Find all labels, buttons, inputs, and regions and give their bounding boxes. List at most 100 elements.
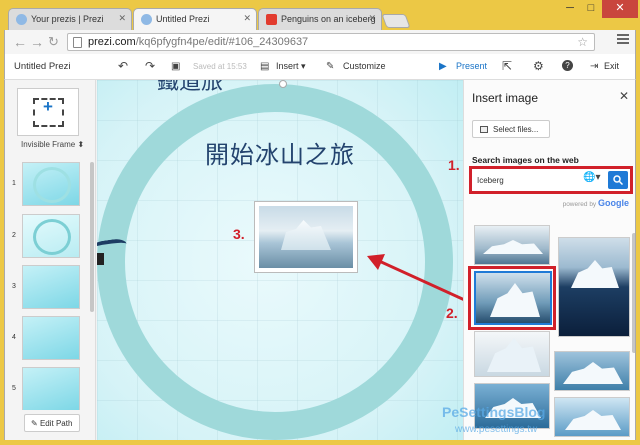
thumbnail-image[interactable] [22, 162, 80, 206]
edit-path-button[interactable]: ✎ Edit Path [24, 414, 80, 432]
path-marker[interactable] [97, 253, 104, 265]
exit-button[interactable]: Exit [604, 61, 619, 71]
prezi-canvas[interactable]: 鐵道旅 開始冰山之旅 3. [97, 80, 463, 440]
present-button[interactable]: Present [456, 61, 487, 71]
insert-image-panel: Insert image ✕ Select files... 1. Search… [446, 80, 635, 440]
thumbnail-list: 1 2 3 4 5 [5, 158, 96, 410]
frame-handle[interactable] [279, 80, 287, 88]
sidebar-scrollbar[interactable] [90, 162, 94, 312]
watermark-url: www.pesettings.tw [455, 424, 538, 435]
minimize-button[interactable]: ─ [560, 0, 580, 18]
result-image[interactable] [474, 225, 550, 265]
thumbnail-item[interactable]: 5 [5, 363, 96, 410]
frame-sidebar: + Invisible Frame ⬍ 1 2 3 4 5 ✎ Edit Pat… [5, 80, 96, 440]
navigation-bar: ← → ↻ prezi.com/kq6pfygfn4pe/edit/#106_2… [4, 30, 636, 54]
page-icon [73, 37, 82, 48]
thumbnail-number: 2 [12, 232, 16, 239]
thumbnail-item[interactable]: 1 [5, 158, 96, 208]
result-image[interactable] [554, 397, 630, 437]
thumbnail-image[interactable] [22, 214, 80, 258]
thumbnail-item[interactable]: 4 [5, 312, 96, 362]
undo-icon[interactable]: ↶ [118, 59, 128, 73]
new-tab-button[interactable] [381, 14, 411, 28]
maximize-button[interactable]: □ [581, 0, 601, 18]
thumbnail-image[interactable] [22, 265, 80, 309]
tab-your-prezis[interactable]: Your prezis | Prezi ✕ [8, 8, 132, 30]
thumbnail-number: 5 [12, 385, 16, 392]
tab-title: Penguins on an iceberg [281, 14, 376, 24]
canvas-top-text[interactable]: 鐵道旅 [157, 80, 223, 96]
exit-icon[interactable]: ⇥ [590, 61, 598, 72]
search-label: Search images on the web [472, 155, 579, 165]
insert-menu[interactable]: Insert ▾ [276, 61, 306, 72]
close-icon[interactable]: ✕ [118, 13, 126, 24]
search-icon [613, 175, 623, 185]
search-button[interactable] [608, 171, 628, 189]
close-icon[interactable]: ✕ [368, 13, 376, 24]
thumbnail-item[interactable]: 3 [5, 261, 96, 311]
result-image[interactable] [558, 237, 630, 337]
iceberg-photo[interactable] [254, 201, 358, 273]
tab-penguins[interactable]: Penguins on an iceberg ✕ [258, 8, 382, 30]
folder-icon [480, 126, 488, 133]
saved-status: Saved at 15:53 [193, 62, 247, 71]
thumbnail-number: 3 [12, 283, 16, 290]
google-logo: Google [598, 198, 629, 208]
frame-type-dropdown[interactable]: Invisible Frame ⬍ [21, 140, 84, 149]
annotation-arrow [367, 254, 463, 301]
bookmark-star-icon[interactable]: ☆ [577, 35, 588, 49]
thumbnail-item[interactable]: 2 [5, 210, 96, 260]
settings-gear-icon[interactable]: ⚙ [533, 59, 544, 73]
play-icon[interactable]: ▶ [439, 61, 447, 72]
iceberg-image [259, 206, 353, 268]
image-search-box: 🌐▾ [469, 166, 633, 194]
tab-title: Untitled Prezi [156, 14, 210, 24]
prezi-title[interactable]: Untitled Prezi [14, 61, 71, 72]
thumbnail-image[interactable] [22, 316, 80, 360]
powered-by: powered by Google [563, 198, 629, 208]
insert-label: Insert [276, 61, 299, 71]
brush-icon: ✎ [326, 61, 335, 72]
canvas-title[interactable]: 開始冰山之旅 [97, 135, 463, 170]
insert-icon: ▤ [260, 61, 270, 72]
image-search-input[interactable] [475, 172, 583, 188]
annotation-highlight [468, 266, 556, 330]
edit-path-label: Edit Path [39, 419, 73, 428]
select-files-button[interactable]: Select files... [472, 120, 550, 138]
help-icon[interactable]: ? [562, 60, 573, 71]
thumbnail-number: 1 [12, 180, 16, 187]
menu-icon[interactable] [617, 34, 629, 46]
tab-strip: Your prezis | Prezi ✕ Untitled Prezi ✕ P… [0, 0, 640, 30]
plus-icon: + [43, 97, 53, 116]
editor-area: + Invisible Frame ⬍ 1 2 3 4 5 ✎ Edit Pat… [4, 80, 636, 440]
prezi-icon [16, 14, 27, 25]
prezi-toolbar: Untitled Prezi ↶ ↷ ▣ Saved at 15:53 ▤ In… [4, 54, 636, 80]
annotation-3: 3. [233, 226, 245, 242]
powered-by-text: powered by [562, 201, 597, 208]
forward-icon[interactable]: → [30, 34, 44, 50]
back-icon[interactable]: ← [13, 34, 27, 50]
globe-icon[interactable]: 🌐▾ [583, 172, 600, 183]
result-image[interactable] [474, 331, 550, 377]
close-icon[interactable]: ✕ [243, 13, 251, 24]
youtube-icon [266, 14, 277, 25]
window-close-button[interactable]: ✕ [602, 0, 638, 18]
panel-scrollbar[interactable] [632, 233, 635, 353]
select-files-label: Select files... [493, 125, 539, 134]
thumbnail-image[interactable] [22, 367, 80, 410]
url-host: prezi.com [88, 36, 136, 48]
tab-untitled-prezi[interactable]: Untitled Prezi ✕ [133, 8, 257, 30]
browser-window: Your prezis | Prezi ✕ Untitled Prezi ✕ P… [0, 0, 640, 445]
address-bar[interactable]: prezi.com/kq6pfygfn4pe/edit/#106_2430963… [67, 33, 595, 51]
customize-button[interactable]: Customize [343, 61, 386, 71]
reload-icon[interactable]: ↻ [48, 34, 59, 50]
result-image[interactable] [554, 351, 630, 391]
add-frame-button[interactable]: + [17, 88, 79, 136]
prezi-icon [141, 14, 152, 25]
watermark: PeSettingsBlog [442, 404, 546, 420]
url-path: /kq6pfygfn4pe/edit/#106_24309637 [135, 36, 309, 48]
redo-icon[interactable]: ↷ [145, 59, 155, 73]
save-icon[interactable]: ▣ [171, 61, 180, 72]
close-icon[interactable]: ✕ [619, 89, 629, 103]
share-icon[interactable]: ⇱ [502, 59, 512, 73]
